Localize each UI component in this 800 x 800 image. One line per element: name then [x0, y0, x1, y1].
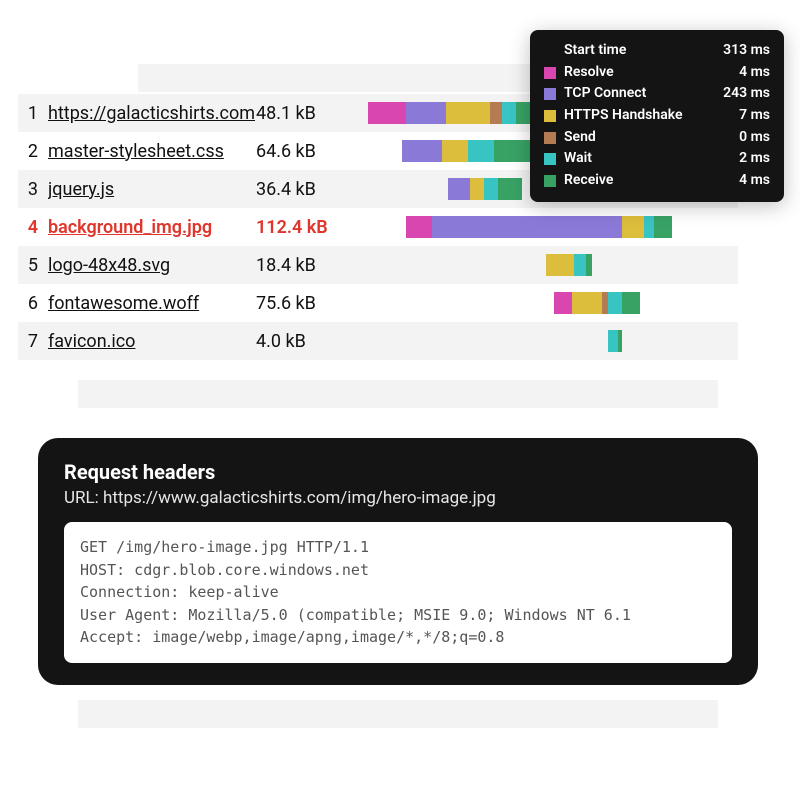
background-stripe: [78, 380, 718, 408]
resolve-swatch-icon: [544, 67, 556, 79]
legend-row: HTTPS Handshake 7 ms: [544, 105, 770, 127]
recv-segment: [586, 254, 592, 276]
send-segment: [490, 102, 502, 124]
recv-segment: [622, 292, 640, 314]
request-url-link[interactable]: https://galacticshirts.com: [48, 103, 256, 124]
panel-subtitle: URL: https://www.galacticshirts.com/img/…: [64, 488, 732, 508]
timing-track: [366, 330, 738, 352]
request-size: 18.4 kB: [256, 255, 366, 276]
resolve-segment: [368, 102, 406, 124]
request-size: 4.0 kB: [256, 331, 366, 352]
row-number: 2: [18, 141, 38, 162]
https-segment: [446, 102, 490, 124]
wait-segment: [468, 140, 494, 162]
legend-label: Receive: [564, 170, 613, 192]
legend-value: 313 ms: [723, 40, 770, 62]
tcp-segment: [432, 216, 622, 238]
request-url-link[interactable]: logo-48x48.svg: [48, 255, 256, 276]
legend-value: 4 ms: [739, 170, 770, 192]
request-url-link[interactable]: jquery.js: [48, 179, 256, 200]
row-number: 5: [18, 255, 38, 276]
request-size: 112.4 kB: [256, 217, 366, 238]
https-swatch-icon: [544, 110, 556, 122]
legend-value: 2 ms: [739, 148, 770, 170]
tcp-segment: [406, 102, 446, 124]
timing-track: [366, 254, 738, 276]
waterfall-page: { "colors": { "resolve":"#d946b0","tcp":…: [0, 0, 800, 800]
wait-segment: [608, 292, 622, 314]
timing-track: [366, 292, 738, 314]
background-stripe: [78, 700, 718, 728]
request-headers-panel: Request headers URL: https://www.galacti…: [38, 438, 758, 685]
wait-segment: [608, 330, 618, 352]
legend-label: Resolve: [564, 62, 614, 84]
legend-row: Start time 313 ms: [544, 40, 770, 62]
row-number: 6: [18, 293, 38, 314]
send-swatch-icon: [544, 132, 556, 144]
request-url-link[interactable]: fontawesome.woff: [48, 293, 256, 314]
panel-title: Request headers: [64, 460, 732, 484]
request-url-link[interactable]: background_img.jpg: [48, 217, 256, 238]
request-size: 48.1 kB: [256, 103, 366, 124]
legend-label: Send: [564, 127, 596, 149]
legend-row: Send 0 ms: [544, 127, 770, 149]
legend-value: 0 ms: [739, 127, 770, 149]
recv-segment: [498, 178, 522, 200]
https-segment: [442, 140, 468, 162]
timing-bar[interactable]: [402, 140, 542, 162]
recv-swatch-icon: [544, 175, 556, 187]
tcp-swatch-icon: [544, 88, 556, 100]
wait-segment: [484, 178, 498, 200]
legend-value: 243 ms: [723, 83, 770, 105]
resolve-segment: [554, 292, 572, 314]
https-segment: [470, 178, 484, 200]
row-number: 1: [18, 103, 38, 124]
wait-swatch-icon: [544, 153, 556, 165]
request-url-link[interactable]: favicon.ico: [48, 331, 256, 352]
wait-segment: [644, 216, 654, 238]
recv-segment: [618, 330, 622, 352]
legend-value: 7 ms: [739, 105, 770, 127]
timing-bar[interactable]: [546, 254, 592, 276]
legend-row: Wait 2 ms: [544, 148, 770, 170]
timing-bar[interactable]: [554, 292, 640, 314]
request-size: 75.6 kB: [256, 293, 366, 314]
wait-segment: [502, 102, 516, 124]
legend-label: TCP Connect: [564, 83, 646, 105]
legend-label: HTTPS Handshake: [564, 105, 683, 127]
legend-row: Resolve 4 ms: [544, 62, 770, 84]
https-segment: [546, 254, 574, 276]
tcp-segment: [402, 140, 442, 162]
headers-body[interactable]: GET /img/hero-image.jpg HTTP/1.1 HOST: c…: [64, 522, 732, 663]
timing-legend: Start time 313 ms Resolve 4 ms TCP Connect 24…: [530, 30, 784, 202]
request-size: 64.6 kB: [256, 141, 366, 162]
wait-segment: [574, 254, 586, 276]
request-size: 36.4 kB: [256, 179, 366, 200]
legend-label: Wait: [564, 148, 592, 170]
timing-track: [366, 216, 738, 238]
timing-bar[interactable]: [406, 216, 672, 238]
row-number: 3: [18, 179, 38, 200]
legend-row: Receive 4 ms: [544, 170, 770, 192]
resolve-segment: [406, 216, 432, 238]
legend-row: TCP Connect 243 ms: [544, 83, 770, 105]
request-row[interactable]: 4 background_img.jpg112.4 kB: [18, 208, 738, 246]
https-segment: [622, 216, 644, 238]
request-row[interactable]: 6 fontawesome.woff75.6 kB: [18, 284, 738, 322]
legend-value: 4 ms: [739, 62, 770, 84]
tcp-segment: [448, 178, 470, 200]
timing-bar[interactable]: [448, 178, 522, 200]
row-number: 4: [18, 217, 38, 238]
https-segment: [572, 292, 602, 314]
request-url-link[interactable]: master-stylesheet.css: [48, 141, 256, 162]
row-number: 7: [18, 331, 38, 352]
timing-bar[interactable]: [608, 330, 622, 352]
request-row[interactable]: 7 favicon.ico4.0 kB: [18, 322, 738, 360]
request-row[interactable]: 5 logo-48x48.svg18.4 kB: [18, 246, 738, 284]
legend-label: Start time: [564, 40, 626, 62]
recv-segment: [654, 216, 672, 238]
